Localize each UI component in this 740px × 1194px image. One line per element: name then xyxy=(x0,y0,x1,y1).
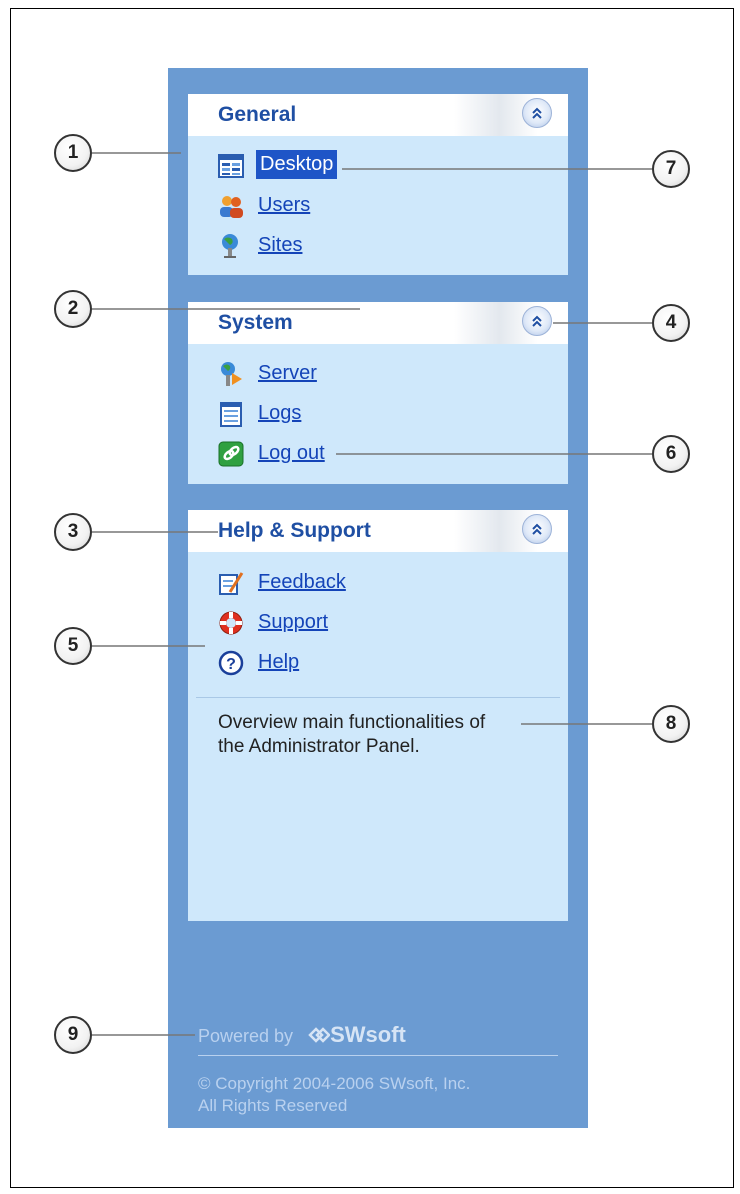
callout-7: 7 xyxy=(652,150,690,188)
callout-5: 5 xyxy=(54,627,92,665)
callout-6: 6 xyxy=(652,435,690,473)
callout-3: 3 xyxy=(54,513,92,551)
callout-8: 8 xyxy=(652,705,690,743)
callout-2: 2 xyxy=(54,290,92,328)
callout-1: 1 xyxy=(54,134,92,172)
callout-4: 4 xyxy=(652,304,690,342)
callout-9: 9 xyxy=(54,1016,92,1054)
callout-leader-lines xyxy=(92,152,652,1036)
